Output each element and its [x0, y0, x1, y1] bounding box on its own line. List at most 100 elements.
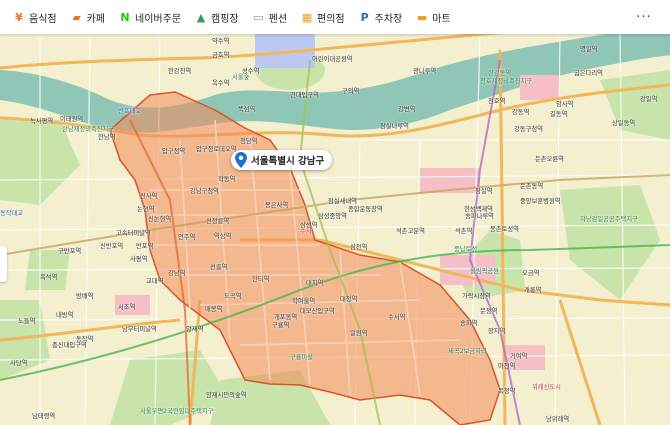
place-label[interactable]: 몽촌토성역: [490, 224, 519, 233]
place-label[interactable]: 오금역: [522, 268, 539, 277]
place-label[interactable]: 강동구청역: [514, 124, 543, 133]
place-label[interactable]: 반포대교: [118, 106, 141, 115]
place-label[interactable]: 흑석역: [40, 272, 57, 281]
place-label[interactable]: 역삼역: [214, 231, 231, 240]
category-convenience-store[interactable]: ▦ 편의점: [294, 5, 352, 29]
place-label[interactable]: 건대입구역: [290, 90, 319, 99]
place-label[interactable]: 강남역: [168, 268, 185, 277]
category-parking[interactable]: P 주차장: [352, 5, 410, 29]
place-label[interactable]: 신반포역: [100, 241, 123, 250]
place-label[interactable]: 남위례역: [546, 414, 569, 423]
place-label[interactable]: 학동역: [218, 174, 235, 183]
place-label[interactable]: 남부터미널역: [122, 324, 157, 333]
place-label[interactable]: 위례신도시: [532, 382, 561, 391]
place-label[interactable]: 일원역: [350, 328, 367, 337]
place-label[interactable]: 강남구청역: [190, 186, 219, 195]
place-label[interactable]: 서초역: [118, 302, 135, 311]
place-label[interactable]: 사당역: [10, 358, 27, 367]
place-label[interactable]: 남태령역: [32, 411, 55, 420]
place-label[interactable]: 광나루역: [413, 66, 436, 75]
place-label[interactable]: 풍납토성: [454, 244, 477, 253]
place-label[interactable]: 송파나루역: [465, 211, 494, 220]
place-label[interactable]: 압구정역: [162, 146, 185, 155]
place-label[interactable]: 석촌역: [455, 226, 472, 235]
place-label[interactable]: 학여울역: [292, 296, 315, 305]
place-label[interactable]: 양재역: [186, 324, 203, 333]
place-label[interactable]: 어린이대공원역: [312, 54, 353, 63]
place-label[interactable]: 굽은다리역: [574, 68, 603, 77]
place-label[interactable]: 올림픽공원: [470, 266, 499, 275]
place-label[interactable]: 천호역: [488, 96, 505, 105]
place-label[interactable]: 구룡역: [272, 320, 289, 329]
place-label[interactable]: 약수역: [212, 36, 229, 45]
place-label[interactable]: 수서역: [388, 312, 405, 321]
place-label[interactable]: 교대역: [146, 276, 163, 285]
place-label[interactable]: 잠실새내역: [328, 196, 357, 205]
place-label[interactable]: 금호역: [212, 50, 229, 59]
place-label[interactable]: 석촌고분역: [396, 226, 425, 235]
place-label[interactable]: 압구정로데오역: [196, 144, 237, 153]
place-label[interactable]: 중앙보훈병원역: [520, 196, 561, 205]
place-label[interactable]: 서울우면2국민임대주택지구: [140, 406, 214, 415]
place-label[interactable]: 마천역: [498, 361, 515, 370]
place-label[interactable]: 총신대입구역: [52, 340, 87, 349]
place-label[interactable]: 내방역: [56, 310, 73, 319]
category-cafe[interactable]: ▰ 카페: [64, 5, 112, 29]
place-label[interactable]: 둔촌동역: [520, 181, 543, 190]
place-label[interactable]: 강동역: [512, 107, 529, 116]
side-panel-toggle[interactable]: [0, 246, 7, 282]
place-label[interactable]: 반포역: [136, 241, 153, 250]
place-label[interactable]: 서울숲: [232, 72, 249, 81]
place-label[interactable]: 한남재정비촉진지구: [62, 124, 114, 133]
place-label[interactable]: 암사역: [556, 99, 573, 108]
place-label[interactable]: 뚝섬역: [238, 104, 255, 113]
district-marker[interactable]: 서울특별시 강남구: [231, 150, 333, 170]
place-label[interactable]: 삼전역: [350, 242, 367, 251]
place-label[interactable]: 잠실나루역: [380, 121, 409, 130]
place-label[interactable]: 가락시장역: [462, 291, 491, 300]
place-label[interactable]: 방배역: [76, 291, 93, 300]
place-label[interactable]: 대치역: [306, 278, 323, 287]
place-label[interactable]: 하남감일공공주택지구: [580, 214, 638, 223]
place-label[interactable]: 장지역: [488, 326, 505, 335]
place-label[interactable]: 녹사평역: [30, 116, 53, 125]
place-label[interactable]: 명일역: [580, 44, 597, 53]
place-label[interactable]: 대청역: [340, 294, 357, 303]
place-label[interactable]: 한강진역: [168, 66, 191, 75]
category-camping[interactable]: ▲ 캠핑장: [188, 5, 246, 29]
place-label[interactable]: 도곡역: [224, 291, 241, 300]
place-label[interactable]: 구룡마을: [290, 352, 313, 361]
category-mart[interactable]: ▬ 마트: [409, 5, 457, 29]
place-label[interactable]: 청담역: [240, 136, 257, 145]
place-label[interactable]: 논현역: [137, 204, 154, 213]
place-label[interactable]: 개롱역: [524, 285, 541, 294]
place-label[interactable]: 양재시민의숲역: [206, 390, 247, 399]
place-label[interactable]: 강변역: [398, 104, 415, 113]
place-label[interactable]: 길동역: [550, 109, 567, 118]
place-label[interactable]: 옥수역: [212, 78, 229, 87]
place-label[interactable]: 구반포역: [58, 246, 81, 255]
place-label[interactable]: 삼성중앙역: [318, 211, 347, 220]
place-label[interactable]: 노들역: [18, 316, 35, 325]
place-label[interactable]: 동작대교: [0, 208, 23, 217]
place-label[interactable]: 사평역: [130, 254, 147, 263]
place-label[interactable]: 한남역: [98, 132, 115, 141]
place-label[interactable]: 신사역: [140, 191, 157, 200]
place-label[interactable]: 한티역: [252, 274, 269, 283]
place-label[interactable]: 수서: [300, 226, 312, 235]
place-label[interactable]: 매봉역: [205, 304, 222, 313]
place-label[interactable]: 천호재정비촉진지구: [480, 76, 532, 85]
category-naver-order[interactable]: N 네이버주문: [112, 5, 188, 29]
place-label[interactable]: 복정역: [498, 386, 515, 395]
place-label[interactable]: 거여역: [510, 351, 527, 360]
place-label[interactable]: 선릉역: [210, 262, 227, 271]
place-label[interactable]: 송파역: [460, 318, 477, 327]
place-label[interactable]: 신논현역: [148, 214, 171, 223]
place-label[interactable]: 세곡2보금자리: [448, 346, 487, 355]
category-pension[interactable]: ▭ 펜션: [246, 5, 294, 29]
place-label[interactable]: 종합운동장역: [348, 204, 383, 213]
place-label[interactable]: 이태원역: [60, 114, 83, 123]
place-label[interactable]: 선정릉역: [206, 216, 229, 225]
place-label[interactable]: 둔촌오륜역: [535, 154, 564, 163]
more-categories-button[interactable]: ···: [632, 5, 656, 29]
